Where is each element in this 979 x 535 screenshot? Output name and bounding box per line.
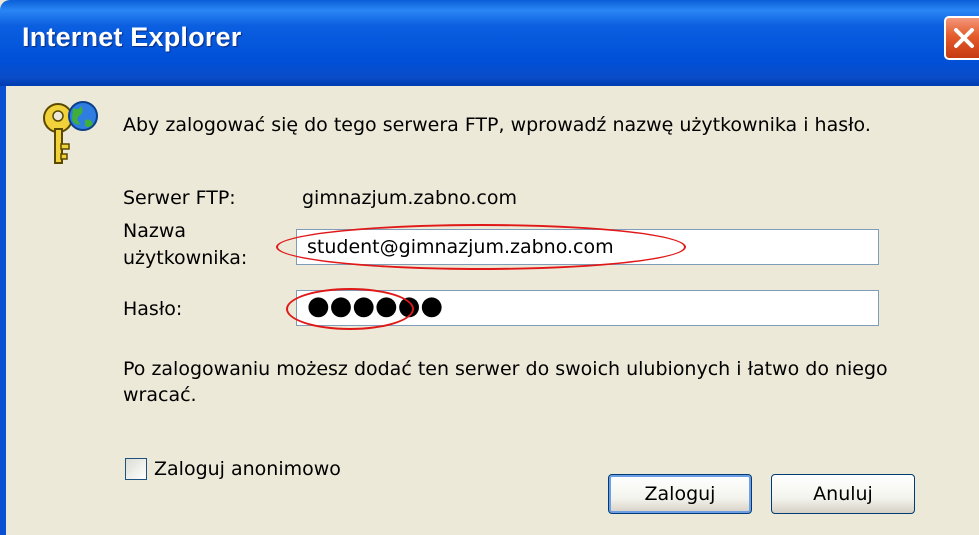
server-value: gimnazjum.zabno.com	[302, 187, 518, 209]
username-value: student@gimnazjum.zabno.com	[307, 236, 614, 258]
password-label: Hasło:	[123, 298, 183, 320]
username-label-line2: użytkownika:	[123, 247, 248, 269]
info-text-line1: Po zalogowaniu możesz dodać ten serwer d…	[123, 358, 888, 380]
username-field[interactable]: student@gimnazjum.zabno.com	[296, 229, 879, 265]
title-bar[interactable]: Internet Explorer	[0, 0, 979, 86]
login-button[interactable]: Zaloguj	[608, 474, 752, 514]
info-text-line2: wracać.	[123, 384, 197, 406]
close-button[interactable]	[944, 16, 979, 60]
window-title: Internet Explorer	[22, 22, 242, 52]
anonymous-label[interactable]: Zaloguj anonimowo	[154, 457, 341, 481]
login-button-label: Zaloguj	[644, 483, 716, 505]
key-globe-icon	[43, 101, 98, 164]
close-icon	[954, 28, 974, 48]
prompt-message: Aby zalogować się do tego serwera FTP, w…	[123, 114, 871, 136]
username-label-line1: Nazwa	[123, 220, 187, 242]
password-dots: ●●●●●●	[307, 291, 444, 321]
cancel-button-label: Anuluj	[813, 483, 873, 505]
cancel-button[interactable]: Anuluj	[771, 474, 915, 514]
anonymous-checkbox[interactable]	[125, 458, 147, 480]
login-dialog: Internet Explorer Aby zalogować się do t…	[0, 0, 979, 535]
server-label: Serwer FTP:	[123, 187, 236, 209]
password-field[interactable]: ●●●●●●	[296, 290, 879, 326]
